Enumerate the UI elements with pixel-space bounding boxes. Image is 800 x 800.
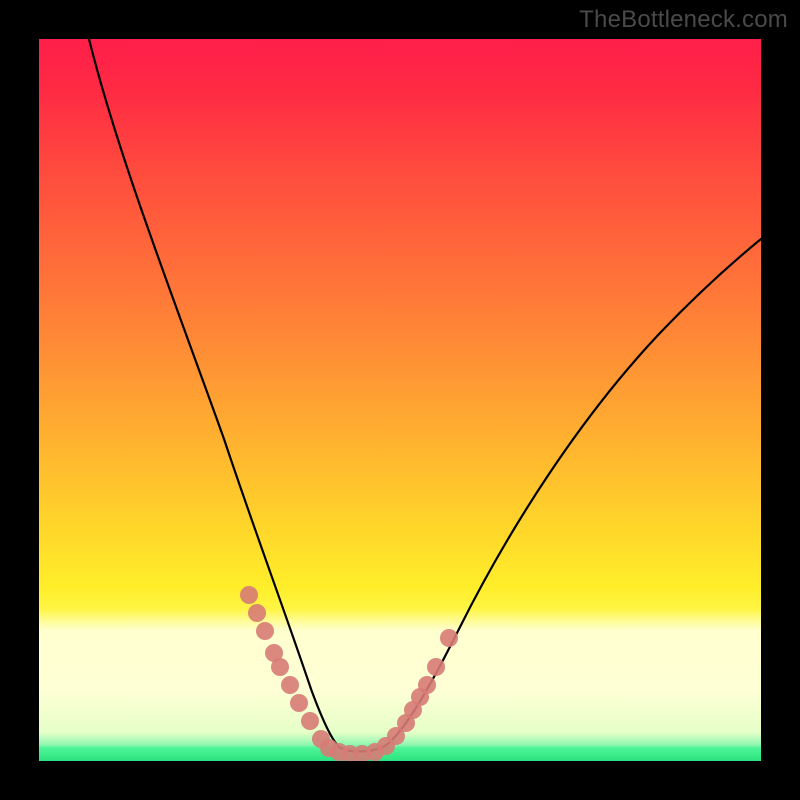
- watermark-text: TheBottleneck.com: [579, 6, 788, 34]
- curve-markers: [240, 586, 458, 761]
- curve-layer: [39, 39, 761, 761]
- chart-frame: TheBottleneck.com: [0, 0, 800, 800]
- plot-area: [39, 39, 761, 761]
- bottleneck-curve: [89, 39, 761, 752]
